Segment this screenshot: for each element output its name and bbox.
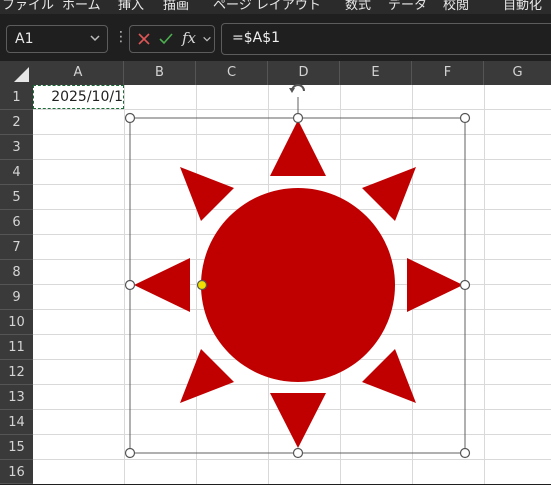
- sun-ray: [180, 167, 234, 221]
- resize-handle-right[interactable]: [459, 279, 471, 291]
- sun-ray: [270, 120, 326, 176]
- resize-handle-left[interactable]: [124, 279, 136, 291]
- sun-ray: [407, 258, 463, 312]
- sun-disc: [201, 188, 395, 382]
- sun-ray: [180, 349, 234, 403]
- resize-handle-top-left[interactable]: [124, 112, 136, 124]
- resize-handle-bottom[interactable]: [292, 447, 304, 459]
- sun-shape-layer: [124, 84, 471, 459]
- sun-ray: [270, 393, 326, 448]
- sun-ray: [134, 258, 190, 312]
- adjust-handle[interactable]: [196, 279, 208, 291]
- rotate-handle[interactable]: [289, 84, 305, 93]
- resize-handle-bottom-left[interactable]: [124, 447, 136, 459]
- resize-handle-top[interactable]: [292, 112, 304, 124]
- resize-handle-bottom-right[interactable]: [459, 447, 471, 459]
- sun-ray: [362, 167, 416, 221]
- sun-shape[interactable]: [134, 120, 463, 448]
- sun-ray: [362, 349, 416, 403]
- resize-handle-top-right[interactable]: [459, 112, 471, 124]
- rotate-arrowhead: [289, 88, 295, 93]
